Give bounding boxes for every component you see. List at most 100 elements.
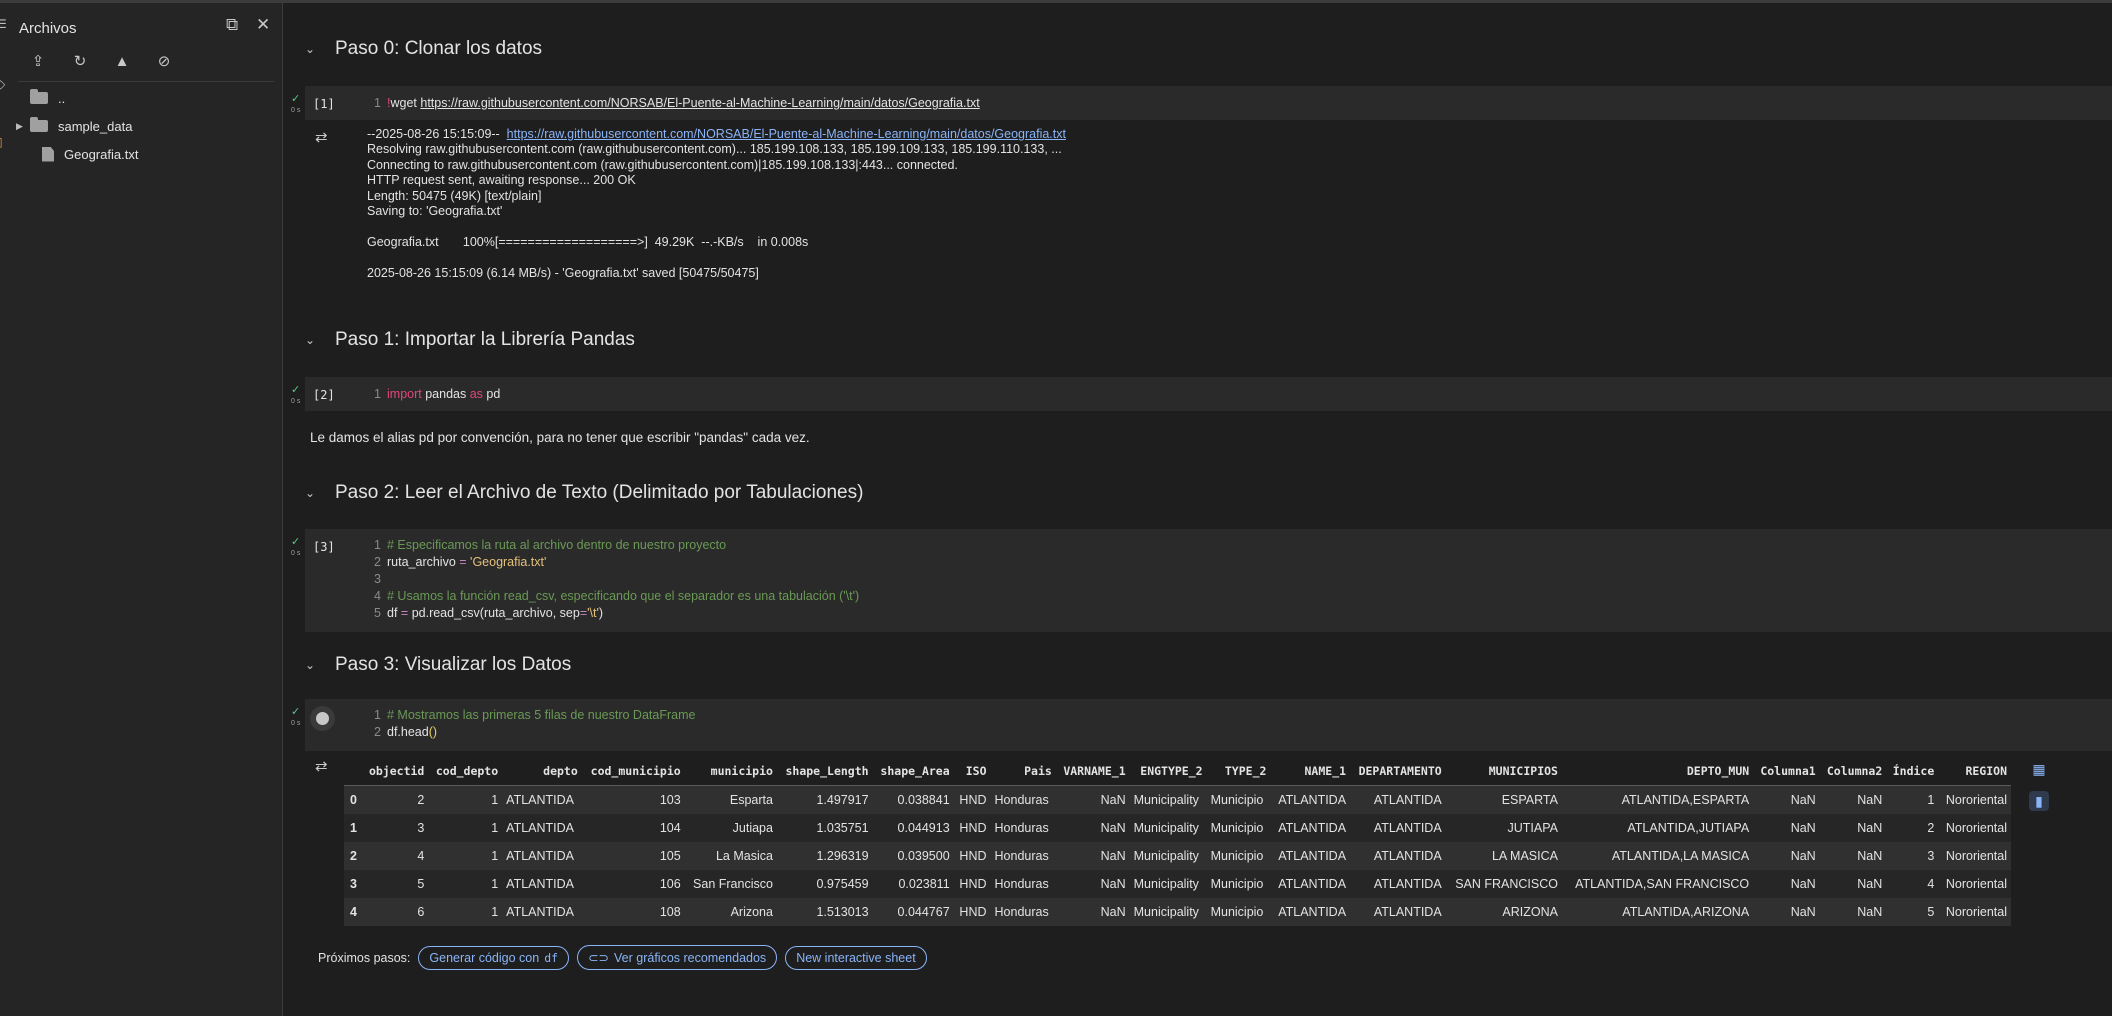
column-header: DEPTO_MUN <box>1561 757 1754 786</box>
row-index: 4 <box>344 898 362 926</box>
table-cell: ATLANTIDA <box>1270 814 1351 842</box>
line-number: 1 <box>374 387 381 401</box>
table-cell: Municipality <box>1129 785 1207 814</box>
output-toggle-icon[interactable]: ⇄ <box>315 128 328 146</box>
table-cell: Honduras <box>990 898 1056 926</box>
interactive-sheet-button[interactable]: New interactive sheet <box>785 945 927 970</box>
code-editor[interactable]: 1 import pandas as pd <box>367 386 500 403</box>
table-cell: HND <box>953 842 991 870</box>
table-cell: NaN <box>1753 898 1820 926</box>
collapse-chevron-icon[interactable]: ⌄ <box>305 42 327 56</box>
table-cell: Municipality <box>1129 842 1207 870</box>
keyword: import <box>387 387 422 401</box>
heading-text: Paso 1: Importar la Librería Pandas <box>335 329 635 350</box>
table-cell: HND <box>953 814 991 842</box>
files-icon[interactable]: ▯ <box>0 135 3 149</box>
table-cell: 0.975459 <box>776 870 873 898</box>
next-steps-label: Próximos pasos: <box>318 950 411 965</box>
table-cell: 6 <box>361 898 429 926</box>
table-cell: ATLANTIDA <box>1350 785 1446 814</box>
code-cell-1[interactable]: ✓ 0 s [1] 1 !wget https://raw.githubuserc… <box>291 86 2112 120</box>
collapse-chevron-icon[interactable]: ⌄ <box>305 333 327 347</box>
notebook: ⌄ Paso 0: Clonar los datos ✓ 0 s [1] 1 !w… <box>283 3 2112 1016</box>
chip-label: New interactive sheet <box>796 950 916 965</box>
collapse-chevron-icon[interactable]: ⌄ <box>305 486 327 500</box>
convert-table-icon[interactable]: ▦ <box>2029 759 2049 779</box>
table-cell: Municipio <box>1206 870 1271 898</box>
upload-file-icon[interactable]: ⇪ <box>28 51 48 71</box>
heading-text: Paso 2: Leer el Archivo de Texto (Delimi… <box>335 482 864 503</box>
next-steps-bar: Próximos pasos: Generar código con df ⊂⊃ V… <box>318 945 927 970</box>
tree-item-parent[interactable]: .. <box>10 85 270 111</box>
generate-code-button[interactable]: Generar código con df <box>418 945 570 970</box>
tree-item-geografia[interactable]: Geografia.txt <box>10 141 270 167</box>
code-cell-4[interactable]: ✓ 0 s 1 # Mostramos las primeras 5 filas … <box>291 699 2112 751</box>
caret-right-icon[interactable]: ▶ <box>16 121 26 132</box>
table-cell: 3 <box>1886 842 1939 870</box>
code-token: df.head <box>387 725 429 739</box>
section-heading-3: ⌄ Paso 3: Visualizar los Datos <box>305 654 571 676</box>
table-cell: 4 <box>1886 870 1939 898</box>
menu-icon[interactable]: ☰ <box>0 17 7 31</box>
refresh-icon[interactable]: ↻ <box>70 51 90 71</box>
column-header: REGION <box>1938 757 2011 786</box>
exec-time: 0 s <box>291 550 301 557</box>
table-cell: NaN <box>1753 870 1820 898</box>
table-cell: Municipio <box>1206 814 1271 842</box>
column-header: NAME_1 <box>1270 757 1351 786</box>
table-cell: Nororiental <box>1938 814 2011 842</box>
suggest-charts-icon[interactable]: ▮ <box>2029 791 2049 811</box>
code-url[interactable]: https://raw.githubusercontent.com/NORSAB… <box>420 96 979 110</box>
code-token: ruta_archivo <box>387 555 460 569</box>
output-toggle-icon[interactable]: ⇄ <box>315 757 328 775</box>
exec-time: 0 s <box>291 398 301 405</box>
find-icon[interactable]: ◇ <box>0 77 5 91</box>
exec-count: [3] <box>313 540 335 554</box>
column-header: cod_depto <box>428 757 503 786</box>
open-tab-icon[interactable]: ⧉ <box>226 15 238 35</box>
table-cell: NaN <box>1055 785 1130 814</box>
table-cell: NaN <box>1819 814 1887 842</box>
line-number: 2 <box>374 555 381 569</box>
column-header: Índice <box>1886 757 1939 786</box>
hide-files-icon[interactable]: ⊘ <box>154 51 174 71</box>
table-cell: ATLANTIDA <box>502 842 582 870</box>
section-heading-1: ⌄ Paso 1: Importar la Librería Pandas <box>305 329 635 351</box>
table-cell: Municipio <box>1206 842 1271 870</box>
column-header: DEPARTAMENTO <box>1350 757 1446 786</box>
close-icon[interactable]: ✕ <box>256 15 270 35</box>
row-index: 0 <box>344 785 362 814</box>
table-cell: ATLANTIDA <box>1350 814 1446 842</box>
collapse-chevron-icon[interactable]: ⌄ <box>305 658 327 672</box>
table-cell: Municipality <box>1129 898 1207 926</box>
table-cell: Municipio <box>1206 898 1271 926</box>
column-header: shape_Area <box>872 757 954 786</box>
code-editor[interactable]: 1 # Especificamos la ruta al archivo dent… <box>367 537 859 622</box>
table-row: 1 3 1 ATLANTIDA 104 Jutiapa 1.035751 0.044913 HN… <box>344 814 2011 842</box>
tree-item-sample-data[interactable]: ▶ sample_data <box>10 113 270 139</box>
chart-toggle-icon: ⊂⊃ <box>588 951 610 965</box>
code-editor[interactable]: 1 # Mostramos las primeras 5 filas de nue… <box>367 707 695 741</box>
column-header: cod_municipio <box>581 757 685 786</box>
mount-drive-icon[interactable]: ▲ <box>112 51 132 71</box>
column-header: ENGTYPE_2 <box>1129 757 1207 786</box>
exec-time: 0 s <box>291 720 301 727</box>
heading-text: Paso 0: Clonar los datos <box>335 38 543 59</box>
column-header: Pais <box>990 757 1056 786</box>
table-cell: 1 <box>428 898 503 926</box>
table-cell: ATLANTIDA <box>1350 898 1446 926</box>
code-editor[interactable]: 1 !wget https://raw.githubusercontent.com… <box>367 95 980 112</box>
code-cell-2[interactable]: ✓ 0 s [2] 1 import pandas as pd <box>291 377 2112 411</box>
output-link[interactable]: https://raw.githubusercontent.com/NORSAB… <box>507 127 1066 141</box>
line-number: 5 <box>374 606 381 620</box>
recommended-charts-button[interactable]: ⊂⊃ Ver gráficos recomendados <box>577 945 778 970</box>
folder-icon <box>30 117 48 132</box>
run-cell-button[interactable] <box>310 706 335 731</box>
output-line: --2025-08-26 15:15:09-- <box>367 127 507 141</box>
table-cell: Honduras <box>990 785 1056 814</box>
column-header: Columna1 <box>1753 757 1820 786</box>
table-cell: Municipality <box>1129 814 1207 842</box>
dataframe-table: objectid cod_depto depto cod_municipio munic… <box>344 757 2011 926</box>
table-cell: 108 <box>581 898 685 926</box>
code-cell-3[interactable]: ✓ 0 s [3] 1 # Especificamos la ruta al ar… <box>291 529 2112 632</box>
